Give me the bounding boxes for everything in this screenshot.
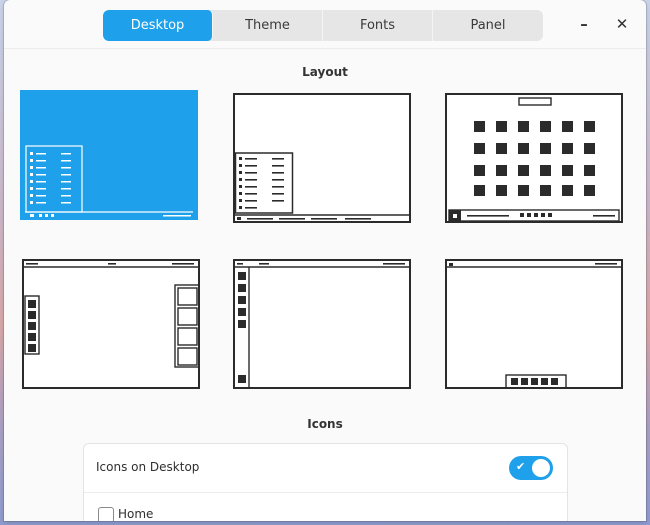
layout-option-dock[interactable] [445,93,623,223]
layout-preview-left-panel [235,263,409,387]
icons-on-desktop-label: Icons on Desktop [96,460,200,474]
layout-option-windows[interactable] [20,90,198,220]
check-icon: ✔ [516,460,526,473]
layout-preview-windows [23,93,195,217]
layout-option-side-docks[interactable] [22,259,200,389]
settings-window: Desktop Theme Fonts Panel – ✕ Layout Ico… [4,0,646,521]
icons-section-title: Icons [307,417,343,431]
layout-option-left-panel[interactable] [233,259,411,389]
tab-bar: Desktop Theme Fonts Panel [103,10,543,41]
layout-option-bottom-dock[interactable] [445,259,623,389]
home-checkbox-label: Home [118,507,154,521]
icons-settings-panel: Icons on Desktop ✔ Home [83,443,568,521]
toggle-knob [532,459,550,477]
tab-theme[interactable]: Theme [213,10,323,41]
layout-preview-bottom-dock [447,263,621,387]
icons-on-desktop-toggle[interactable]: ✔ [509,456,553,480]
tab-panel[interactable]: Panel [433,10,543,41]
tab-fonts[interactable]: Fonts [323,10,433,41]
tab-desktop[interactable]: Desktop [103,10,213,41]
layout-preview-side-docks [24,263,198,368]
layout-preview-gnome [235,152,409,220]
minimize-button[interactable]: – [573,13,595,35]
close-button[interactable]: ✕ [611,13,633,35]
layout-option-gnome[interactable] [233,93,411,223]
layout-preview-dock [448,97,620,221]
home-checkbox[interactable] [98,507,114,521]
layout-section-title: Layout [302,65,348,79]
header-divider [4,48,646,49]
panel-divider [84,492,567,493]
